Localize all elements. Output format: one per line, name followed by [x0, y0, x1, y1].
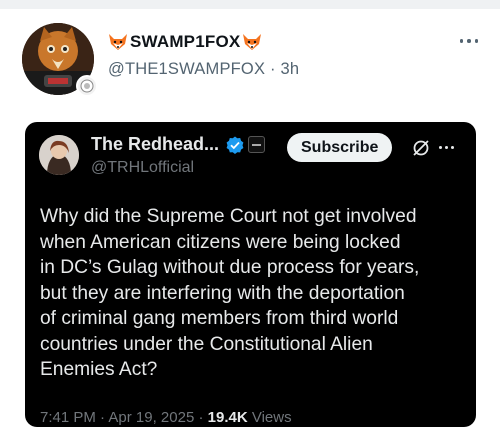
author-handle-row: @THE1SWAMPFOX · 3h [108, 60, 299, 79]
subscribe-button: Subscribe [287, 133, 393, 162]
author-avatar[interactable] [22, 23, 98, 99]
embedded-handle: @TRHLofficial [91, 159, 195, 176]
fox-face-icon [243, 34, 262, 50]
embedded-display-name: The Redhead... [91, 134, 220, 154]
embedded-post-image[interactable]: The Redhead... @TRHLofficial Subscribe W… [25, 122, 476, 427]
verified-badge-icon [226, 136, 244, 154]
author-name-row[interactable]: SWAMP1FOX [108, 32, 262, 52]
meta-separator: · [269, 60, 276, 78]
embedded-post-meta: 7:41 PM · Apr 19, 2025 · 19.4K Views [40, 409, 292, 426]
author-display-name[interactable]: SWAMP1FOX [130, 32, 240, 52]
text-line: when American citizens were being locked [40, 231, 401, 253]
views-count: 19.4K [207, 409, 248, 426]
top-divider-bar [0, 0, 500, 9]
more-options-icon[interactable] [459, 39, 478, 43]
views-label: Views [251, 409, 292, 426]
post-time[interactable]: 3h [280, 60, 299, 78]
embedded-more-icon [439, 146, 454, 149]
fox-face-icon [109, 34, 127, 50]
text-line: Enemies Act? [40, 359, 158, 380]
grok-icon [413, 140, 429, 156]
embedded-time: 7:41 PM [40, 409, 96, 426]
embedded-author-avatar [39, 135, 79, 175]
post[interactable]: SWAMP1FOX @THE1SWAMPFOX · 3h The Redhead… [0, 9, 500, 433]
text-line: but they are interfering with the deport… [40, 282, 405, 304]
text-line: Why did the Supreme Court not get involv… [40, 206, 417, 227]
meta-separator: · [198, 409, 204, 426]
affiliation-badge [76, 75, 98, 97]
embedded-name-row: The Redhead... [91, 134, 266, 155]
text-line: countries under the Constitutional Alien [40, 333, 373, 355]
embedded-post-text: Why did the Supreme Court not get involv… [40, 204, 470, 383]
meta-separator: · [100, 409, 106, 426]
text-line: in DC’s Gulag without due process for ye… [40, 257, 420, 278]
author-handle[interactable]: @THE1SWAMPFOX [108, 60, 265, 78]
affiliation-icon [248, 136, 266, 153]
embedded-date: Apr 19, 2025 [108, 409, 195, 426]
text-line: of criminal gang members from third worl… [40, 308, 399, 329]
